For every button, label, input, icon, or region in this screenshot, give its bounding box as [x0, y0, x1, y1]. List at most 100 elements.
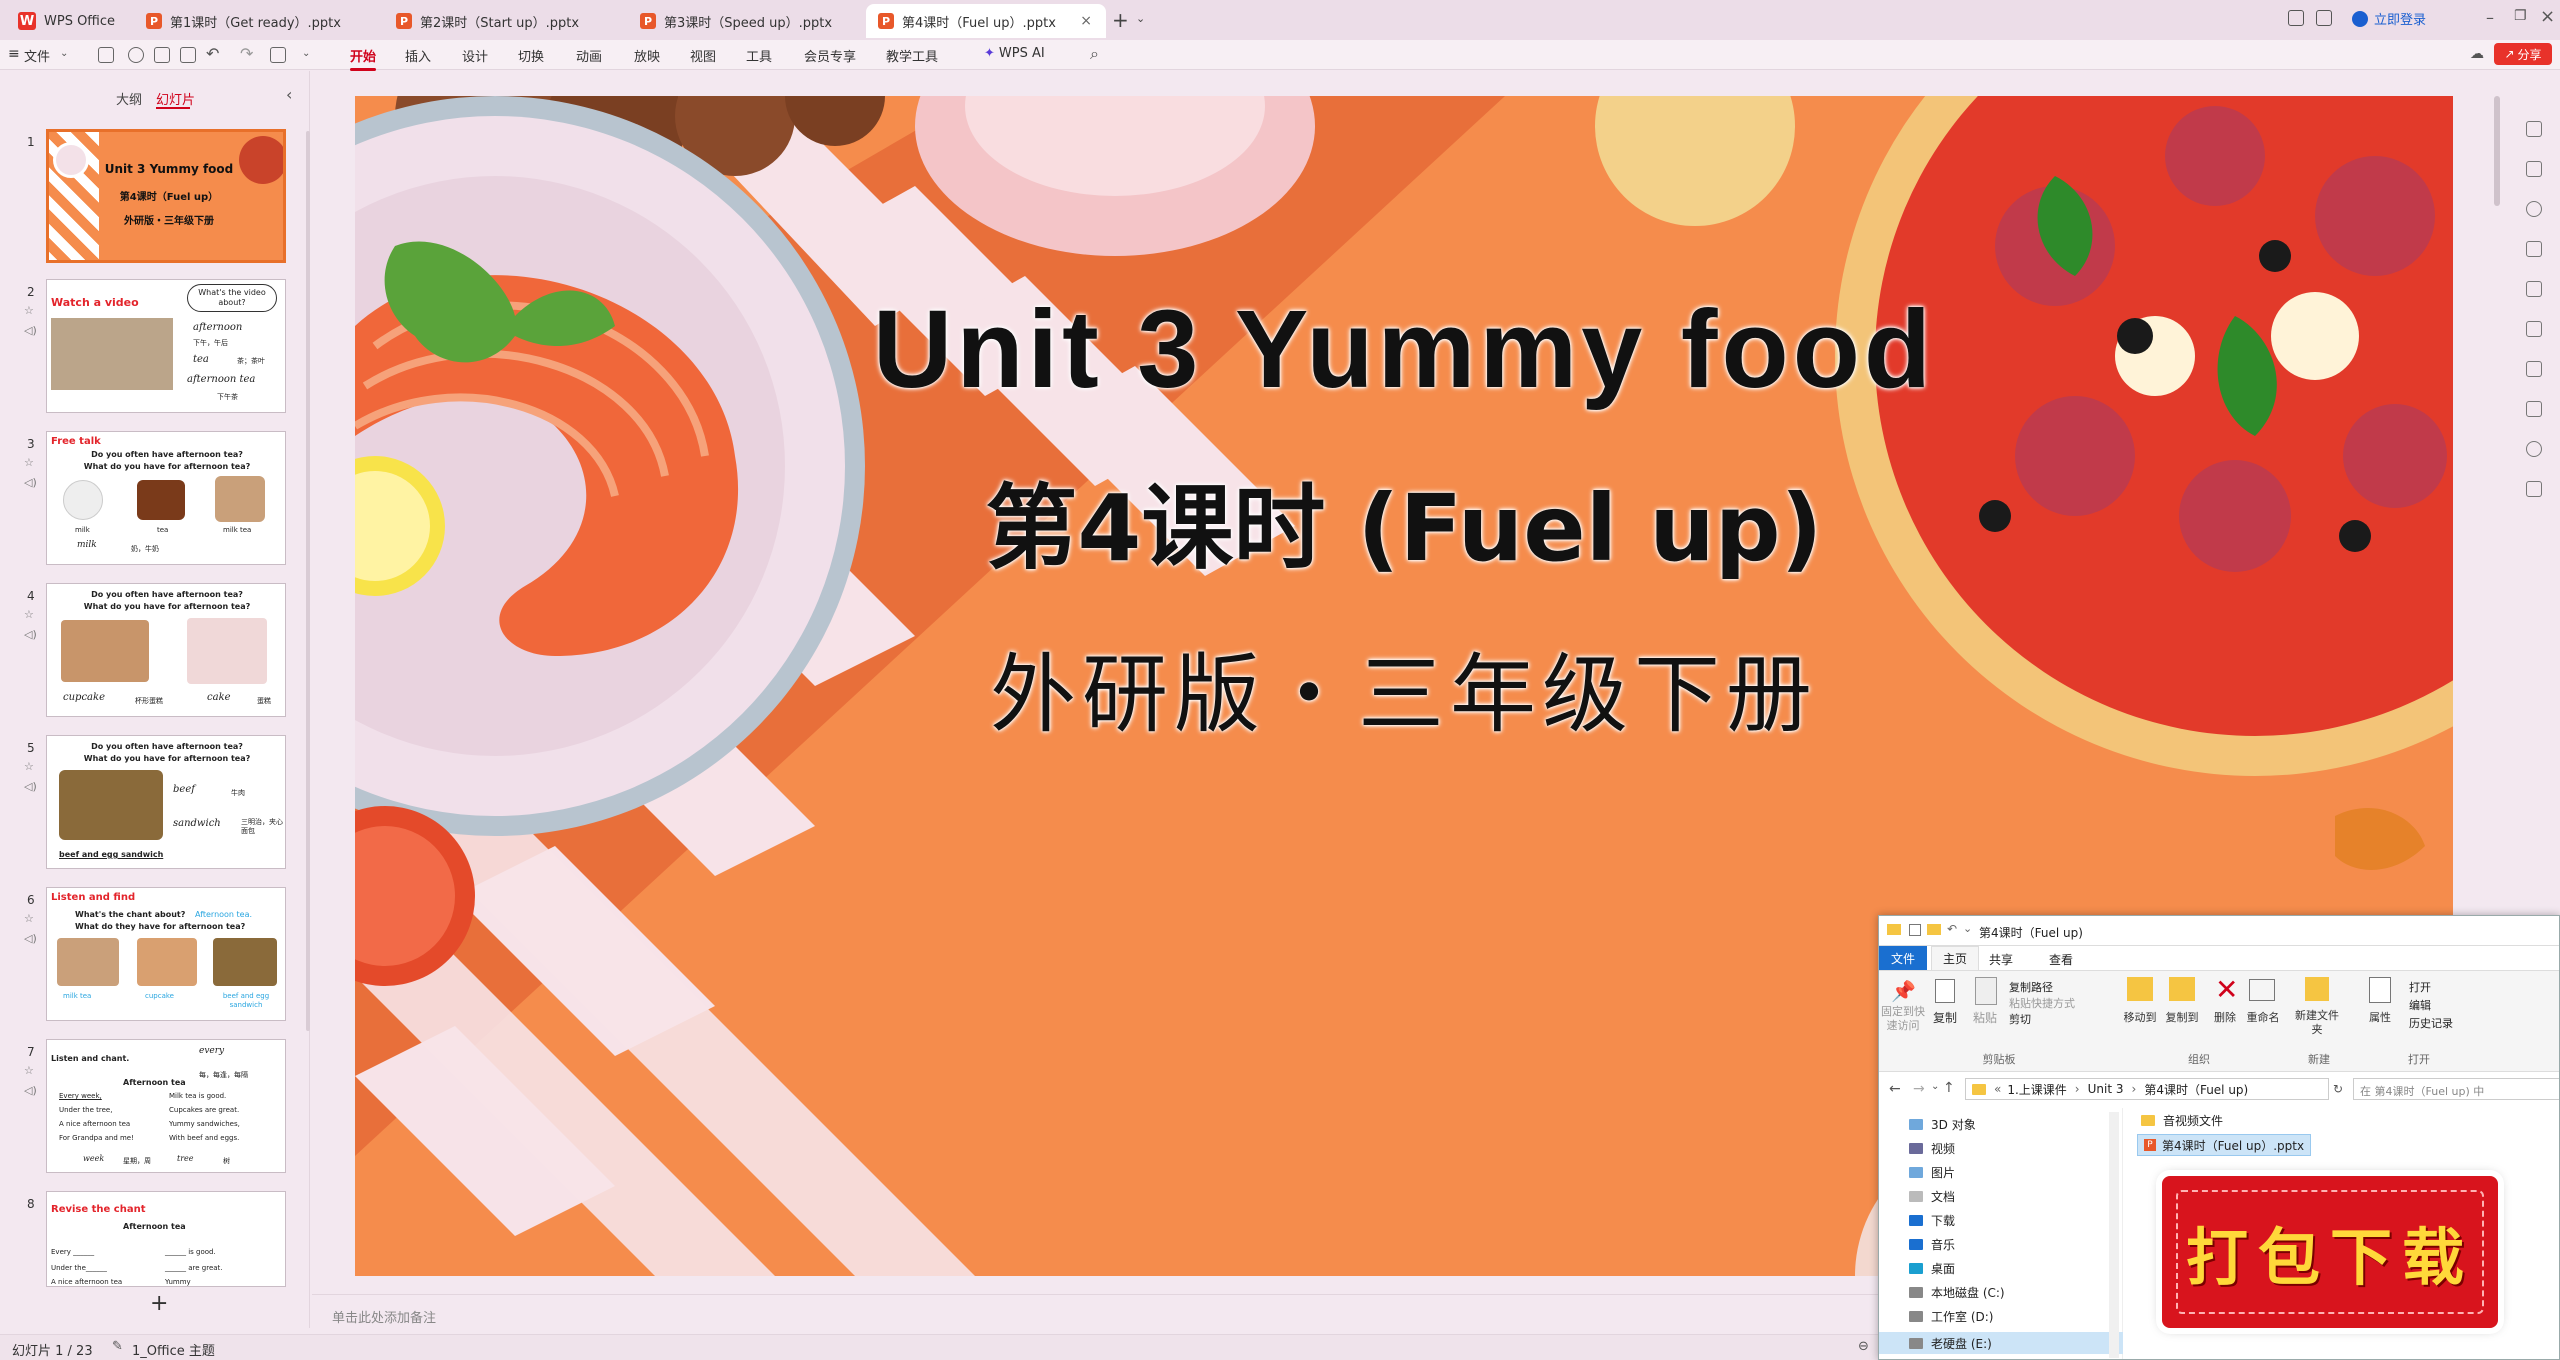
- paste-button[interactable]: 粘贴: [1969, 1009, 2001, 1026]
- search-icon[interactable]: ⌕: [1090, 44, 1099, 64]
- redo-icon[interactable]: ↷: [240, 44, 253, 63]
- address-bar[interactable]: « 1.上课课件 › Unit 3 › 第4课时（Fuel up): [1965, 1078, 2329, 1100]
- menu-start[interactable]: 开始: [350, 46, 377, 71]
- minimize-icon[interactable]: –: [2486, 8, 2494, 27]
- slide-thumb-5[interactable]: Do you often have afternoon tea? What do…: [46, 735, 286, 869]
- star-icon[interactable]: [2526, 201, 2542, 217]
- slide-thumb-7[interactable]: Listen and chant. every 每，每逢，每隔 Afternoo…: [46, 1039, 286, 1173]
- book-icon[interactable]: [2526, 361, 2542, 377]
- slide-title[interactable]: Unit 3 Yummy food: [355, 286, 2453, 413]
- settings-icon[interactable]: [2526, 161, 2542, 177]
- file-menu-chevron-icon[interactable]: ⌄: [60, 48, 68, 59]
- menu-animation[interactable]: 动画: [576, 46, 602, 65]
- file-item-pptx[interactable]: P 第4课时（Fuel up）.pptx: [2137, 1134, 2312, 1156]
- window-layout-icon[interactable]: [2288, 10, 2304, 26]
- help-icon[interactable]: [2526, 441, 2542, 457]
- add-slide-button[interactable]: +: [150, 1291, 168, 1316]
- tab-lesson-3[interactable]: P 第3课时（Speed up）.pptx: [628, 4, 868, 38]
- nav-drive-d[interactable]: 工作室 (D:): [1909, 1308, 1993, 1325]
- close-window-icon[interactable]: ×: [2540, 6, 2555, 27]
- search-field[interactable]: 在 第4课时（Fuel up) 中: [2353, 1078, 2559, 1100]
- edit-icon[interactable]: [2526, 321, 2542, 337]
- menu-transition[interactable]: 切换: [518, 46, 544, 65]
- tab-share[interactable]: 共享: [1989, 951, 2013, 968]
- menu-insert[interactable]: 插入: [405, 46, 431, 65]
- history-button[interactable]: 历史记录: [2409, 1015, 2453, 1031]
- refresh-icon[interactable]: ↻: [2333, 1082, 2343, 1096]
- skin-icon[interactable]: [2316, 10, 2332, 26]
- nav-desktop[interactable]: 桌面: [1909, 1260, 1955, 1277]
- file-menu[interactable]: 文件: [24, 46, 50, 65]
- cloud-icon[interactable]: ☁: [2470, 46, 2484, 62]
- path-segment[interactable]: 第4课时（Fuel up): [2144, 1081, 2248, 1098]
- more-chevron-icon[interactable]: ⌄: [302, 48, 310, 59]
- new-tab-icon[interactable]: +: [1112, 8, 1129, 32]
- quick-access-chevron-icon[interactable]: ⌄: [1963, 922, 1972, 935]
- package-download-badge[interactable]: 打包下载: [2162, 1176, 2498, 1328]
- undo-icon[interactable]: ↶: [206, 44, 219, 63]
- slide-thumb-8[interactable]: Revise the chant Afternoon tea Every ___…: [46, 1191, 286, 1287]
- tab-lesson-2[interactable]: P 第2课时（Start up）.pptx: [384, 4, 624, 38]
- delete-button[interactable]: 删除: [2207, 1009, 2243, 1025]
- nav-documents[interactable]: 文档: [1909, 1188, 1955, 1205]
- up-icon[interactable]: ↑: [1943, 1080, 1955, 1096]
- slide-thumb-4[interactable]: Do you often have afternoon tea? What do…: [46, 583, 286, 717]
- copy-icon[interactable]: [2526, 241, 2542, 257]
- properties-quick-icon[interactable]: [1909, 924, 1921, 936]
- menu-design[interactable]: 设计: [462, 46, 488, 65]
- new-folder-quick-icon[interactable]: [1927, 924, 1941, 935]
- close-tab-icon[interactable]: ×: [1080, 13, 1092, 29]
- tab-lesson-1[interactable]: P 第1课时（Get ready）.pptx: [134, 4, 374, 38]
- wps-ai-button[interactable]: ✦ WPS AI: [984, 46, 1045, 61]
- menu-teaching-tools[interactable]: 教学工具: [886, 46, 938, 65]
- nav-pictures[interactable]: 图片: [1909, 1164, 1955, 1181]
- copy-path-button[interactable]: 复制路径: [2009, 979, 2053, 995]
- menu-member[interactable]: 会员专享: [804, 46, 856, 65]
- login-button[interactable]: 立即登录: [2352, 9, 2426, 28]
- print-preview-icon[interactable]: [180, 47, 196, 63]
- outline-tab[interactable]: 大纲: [116, 89, 142, 108]
- nav-drive-e[interactable]: 老硬盘 (E:): [1879, 1332, 2123, 1354]
- tab-file[interactable]: 文件: [1879, 946, 1927, 970]
- canvas-scrollbar[interactable]: [2494, 96, 2500, 206]
- slide-thumb-6[interactable]: Listen and find What's the chant about? …: [46, 887, 286, 1021]
- move-to-button[interactable]: 移动到: [2119, 1009, 2161, 1025]
- cut-button[interactable]: 剪切: [2009, 1011, 2031, 1027]
- open-button[interactable]: 打开: [2409, 979, 2431, 995]
- slide-thumb-2[interactable]: Watch a video What's the video about? af…: [46, 279, 286, 413]
- path-segment[interactable]: 1.上课课件: [2007, 1081, 2066, 1098]
- nav-drive-c[interactable]: 本地磁盘 (C:): [1909, 1284, 2005, 1301]
- slides-tab[interactable]: 幻灯片: [156, 89, 195, 108]
- format-painter-icon[interactable]: [270, 47, 286, 63]
- edit-button[interactable]: 编辑: [2409, 997, 2431, 1013]
- panel-scrollbar[interactable]: [306, 131, 310, 1031]
- tab-home[interactable]: 主页: [1931, 946, 1979, 970]
- save-icon[interactable]: [98, 47, 114, 63]
- history-chevron-icon[interactable]: ⌄: [1931, 1081, 1939, 1092]
- menu-view[interactable]: 视图: [690, 46, 716, 65]
- tab-list-chevron-icon[interactable]: ⌄: [1136, 12, 1145, 25]
- collapse-panel-icon[interactable]: ‹: [286, 85, 292, 104]
- file-item-av-folder[interactable]: 音视频文件: [2141, 1112, 2223, 1129]
- notes-toggle-icon[interactable]: ⊖: [1858, 1339, 1869, 1354]
- nav-downloads[interactable]: 下载: [1909, 1212, 1955, 1229]
- tab-view[interactable]: 查看: [2049, 951, 2073, 968]
- share-button[interactable]: ↗ 分享: [2494, 43, 2552, 65]
- layout-icon[interactable]: [2526, 121, 2542, 137]
- forward-icon[interactable]: →: [1913, 1081, 1925, 1097]
- nav-scrollbar[interactable]: [2109, 1112, 2119, 1358]
- slide-thumb-1[interactable]: Unit 3 Yummy food 第4课时（Fuel up） 外研版・三年级下…: [46, 129, 286, 263]
- copy-to-button[interactable]: 复制到: [2161, 1009, 2203, 1025]
- tab-lesson-4[interactable]: P 第4课时（Fuel up）.pptx ×: [866, 4, 1106, 38]
- more-tools-icon[interactable]: [2526, 481, 2542, 497]
- nav-music[interactable]: 音乐: [1909, 1236, 1955, 1253]
- animation-icon[interactable]: [2526, 401, 2542, 417]
- menu-slideshow[interactable]: 放映: [634, 46, 660, 65]
- copy-button[interactable]: 复制: [1929, 1009, 1961, 1026]
- nav-3d-objects[interactable]: 3D 对象: [1909, 1116, 1976, 1133]
- notes-area[interactable]: 单击此处添加备注: [312, 1294, 1878, 1332]
- rename-button[interactable]: 重命名: [2243, 1009, 2283, 1025]
- hamburger-icon[interactable]: ≡: [8, 46, 20, 62]
- undo-quick-icon[interactable]: ↶: [1947, 922, 1957, 936]
- export-icon[interactable]: [128, 47, 144, 63]
